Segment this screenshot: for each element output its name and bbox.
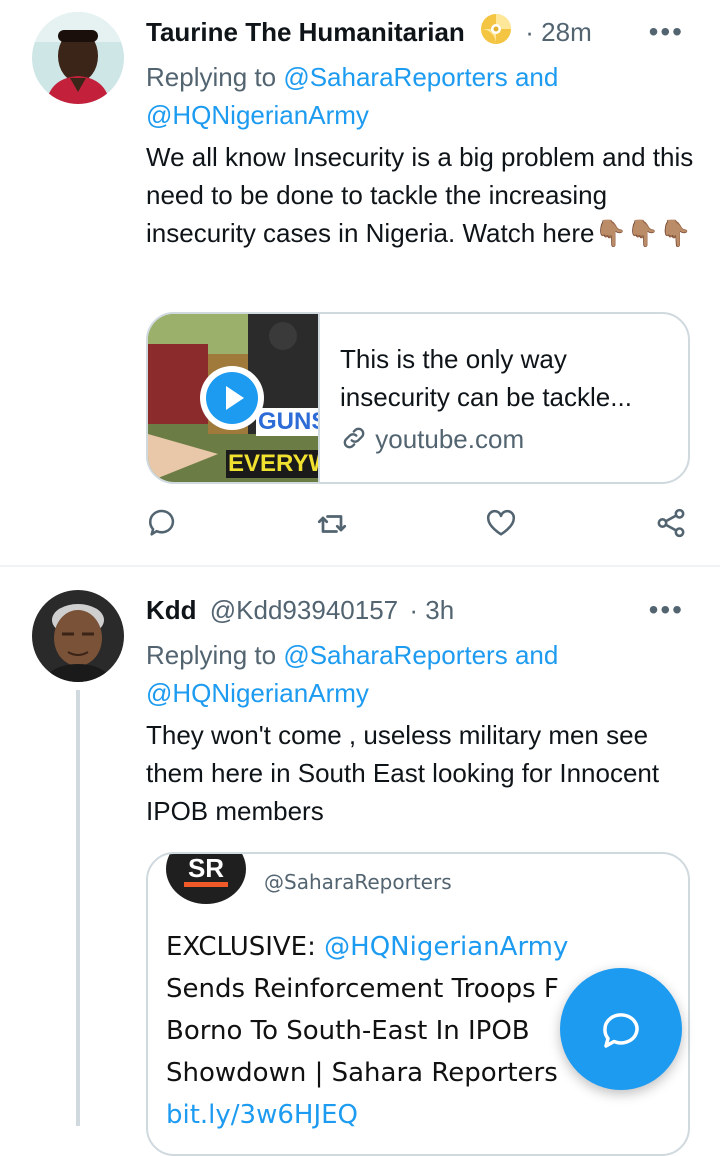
timestamp[interactable]: · 28m: [525, 17, 591, 47]
avatar[interactable]: [32, 590, 124, 682]
pointing-down-emoji: 👇🏽👇🏽👇🏽: [594, 218, 692, 248]
replying-and: and: [514, 640, 559, 670]
image-handle: @SaharaReporters: [264, 870, 452, 894]
author-name[interactable]: Kdd: [146, 595, 197, 625]
more-options-icon[interactable]: •••: [649, 590, 684, 630]
avatar[interactable]: [32, 12, 124, 104]
thumb-text-1: GUNS: [256, 408, 318, 436]
retweet-icon[interactable]: [314, 506, 350, 542]
mention-link[interactable]: @HQNigerianArmy: [146, 678, 369, 708]
author-name[interactable]: Taurine The Humanitarian: [146, 17, 465, 47]
like-icon[interactable]: [484, 506, 520, 542]
author-handle[interactable]: @Kdd93940157: [210, 595, 398, 625]
tweet-text: We all know Insecurity is a big problem …: [146, 138, 696, 252]
mention-link[interactable]: @HQNigerianArmy: [146, 100, 369, 130]
card-title: This is the only way insecurity can be t…: [340, 344, 632, 412]
headline-link[interactable]: bit.ly/3w6HJEQ: [166, 1094, 686, 1136]
thread-line: [76, 690, 80, 1126]
share-icon[interactable]: [654, 506, 690, 542]
reply-icon[interactable]: [146, 506, 182, 542]
speech-bubble-icon: [603, 1013, 639, 1048]
sr-logo-text: SR: [187, 853, 225, 883]
thumb-text-2: EVERYW: [226, 450, 318, 478]
link-card[interactable]: GUNS EVERYW This is the only way insecur…: [146, 312, 690, 484]
replying-and: and: [514, 62, 559, 92]
card-domain: youtube.com: [340, 420, 524, 462]
tweet-actions: [146, 506, 691, 546]
card-thumbnail[interactable]: GUNS EVERYW: [148, 314, 320, 482]
more-options-icon[interactable]: •••: [649, 12, 684, 52]
headline-line-1: EXCLUSIVE: @HQNigerianArmy: [166, 932, 569, 962]
replying-prefix: Replying to: [146, 640, 277, 670]
card-domain-text: youtube.com: [375, 424, 525, 454]
avatar-photo: [32, 12, 124, 104]
replying-to: Replying to @SaharaReporters and @HQNige…: [146, 58, 696, 134]
sr-logo: SR: [166, 853, 246, 904]
tweet-1[interactable]: Taurine The Humanitarian · 28m ••• Reply…: [0, 0, 720, 565]
timestamp[interactable]: · 3h: [409, 595, 454, 625]
play-button[interactable]: [200, 366, 264, 430]
cd-disc-icon: [480, 13, 512, 56]
replying-prefix: Replying to: [146, 62, 277, 92]
tweet-divider: [0, 565, 720, 567]
replying-to: Replying to @SaharaReporters and @HQNige…: [146, 636, 696, 712]
avatar-photo: [32, 590, 124, 682]
link-icon: [340, 424, 368, 462]
compose-fab[interactable]: [560, 968, 682, 1090]
tweet-header: Taurine The Humanitarian · 28m •••: [146, 12, 720, 52]
mention-link[interactable]: @SaharaReporters: [283, 640, 507, 670]
play-icon: [206, 372, 258, 424]
mention-link[interactable]: @SaharaReporters: [283, 62, 507, 92]
tweet-header: Kdd @Kdd93940157 · 3h •••: [146, 590, 720, 630]
tweet-text: They won't come , useless military men s…: [146, 720, 660, 826]
